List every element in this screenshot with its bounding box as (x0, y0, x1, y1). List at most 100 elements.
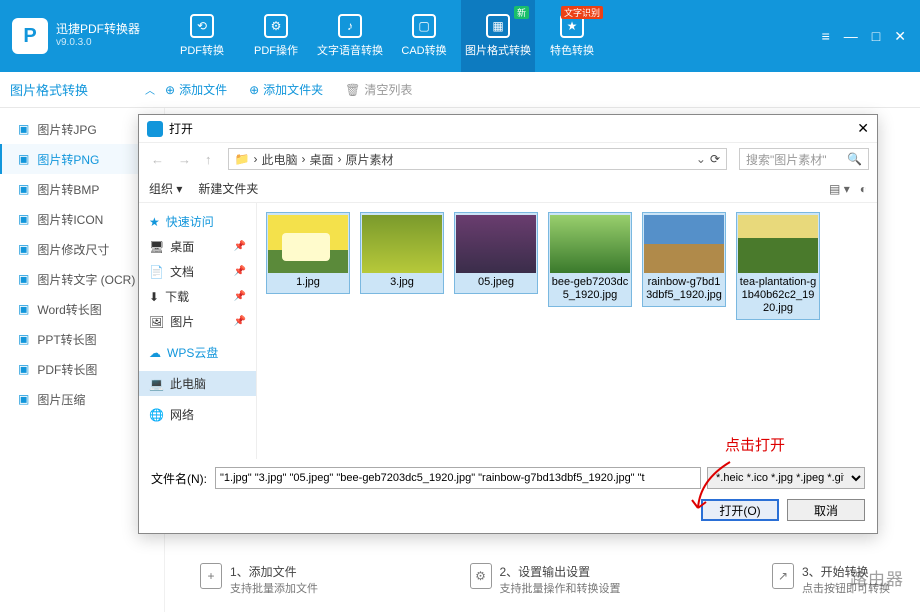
desktop-icon: 🖥 (149, 240, 164, 254)
app-name: 迅捷PDF转换器 (56, 22, 140, 36)
thumbnail (644, 215, 724, 273)
app-version: v9.0.3.0 (56, 36, 140, 50)
file-item[interactable]: 05.jpeg (455, 213, 537, 293)
image-icon: ▦ (486, 14, 510, 38)
add-folder-button[interactable]: ⊕添加文件夹 (249, 81, 323, 98)
dialog-sidebar: ★快速访问 🖥桌面📌 📄文档📌 ⬇下载📌 🖼图片📌 ☁WPS云盘 💻此电脑 🌐网… (139, 203, 257, 459)
plus-folder-icon: ⊕ (249, 83, 259, 97)
window-controls: ≡ — □ ✕ (822, 28, 920, 45)
thumbnail (550, 215, 630, 273)
chevron-down-icon[interactable]: ⌄ (696, 152, 706, 166)
badge-new: 新 (514, 6, 529, 19)
doc-icon: ▣ (18, 302, 29, 316)
plus-file-icon: ⊕ (165, 83, 175, 97)
back-icon[interactable]: ← (147, 152, 168, 167)
close-icon[interactable]: ✕ (894, 28, 906, 45)
pin-icon: 📌 (234, 316, 246, 327)
tab-special[interactable]: 文字识别★特色转换 (535, 0, 609, 72)
dialog-title: 打开 (169, 120, 193, 137)
network-icon: 🌐 (149, 408, 164, 422)
tab-pdf-operate[interactable]: ⚙PDF操作 (239, 0, 313, 72)
doc-icon: ▣ (18, 332, 29, 346)
thumbnail (268, 215, 348, 273)
nav-wps[interactable]: ☁WPS云盘 (139, 340, 256, 365)
tab-pdf-convert[interactable]: ⟲PDF转换 (165, 0, 239, 72)
new-folder-button[interactable]: 新建文件夹 (198, 180, 258, 197)
quick-access[interactable]: ★快速访问 (139, 209, 256, 234)
dialog-footer: 文件名(N): *.heic *.ico *.jpg *.jpeg *.gif … (139, 459, 877, 533)
up-icon[interactable]: ↑ (201, 152, 216, 167)
nav-thispc[interactable]: 💻此电脑 (139, 371, 256, 396)
menu-icon[interactable]: ≡ (822, 28, 830, 45)
annotation-text: 点击打开 (725, 434, 785, 455)
pin-icon: 📌 (234, 266, 246, 277)
docs-icon: 📄 (149, 265, 164, 279)
file-item[interactable]: tea-plantation-g1b40b62c2_1920.jpg (737, 213, 819, 319)
tab-tts[interactable]: ♪文字语音转换 (313, 0, 387, 72)
file-plus-icon: + (200, 563, 222, 589)
thumbnail (362, 215, 442, 273)
filename-label: 文件名(N): (151, 470, 209, 487)
dialog-toolbar: 组织 ▾ 新建文件夹 ▤ ▾ ◐ (139, 175, 877, 203)
logo-area: P 迅捷PDF转换器 v9.0.3.0 (0, 18, 165, 54)
chevron-up-icon: ︿ (145, 82, 155, 97)
export-icon: ↗ (772, 563, 794, 589)
sub-toolbar: 图片格式转换 ︿ ⊕添加文件 ⊕添加文件夹 🗑清空列表 (0, 72, 920, 108)
pin-icon: 📌 (234, 241, 246, 252)
doc-icon: ▣ (18, 182, 29, 196)
gear-icon: ⚙ (264, 14, 288, 38)
file-item[interactable]: bee-geb7203dc5_1920.jpg (549, 213, 631, 306)
folder-icon: 📁 (235, 152, 250, 166)
search-icon: 🔍 (847, 152, 862, 166)
nav-downloads[interactable]: ⬇下载📌 (139, 284, 256, 309)
doc-icon: ▣ (18, 212, 29, 226)
top-tabs: ⟲PDF转换 ⚙PDF操作 ♪文字语音转换 ▢CAD转换 新▦图片格式转换 文字… (165, 0, 609, 72)
clear-list-button[interactable]: 🗑清空列表 (345, 81, 412, 98)
doc-icon: ▣ (18, 122, 29, 136)
organize-menu[interactable]: 组织 ▾ (149, 180, 182, 197)
badge-ocr: 文字识别 (561, 6, 603, 19)
file-item[interactable]: 3.jpg (361, 213, 443, 293)
nav-pictures[interactable]: 🖼图片📌 (139, 309, 256, 334)
nav-docs[interactable]: 📄文档📌 (139, 259, 256, 284)
refresh-icon[interactable]: ⟳ (710, 152, 720, 166)
file-item[interactable]: rainbow-g7bd13dbf5_1920.jpg (643, 213, 725, 306)
picture-icon: 🖼 (149, 315, 164, 329)
filename-input[interactable] (215, 467, 701, 489)
file-item[interactable]: 1.jpg (267, 213, 349, 293)
nav-network[interactable]: 🌐网络 (139, 402, 256, 427)
cloud-icon: ☁ (149, 346, 161, 360)
step-2: ⚙ 2、设置输出设置支持批量操作和转换设置 (470, 563, 621, 596)
dialog-titlebar: 打开 ✕ (139, 115, 877, 143)
app-header: P 迅捷PDF转换器 v9.0.3.0 ⟲PDF转换 ⚙PDF操作 ♪文字语音转… (0, 0, 920, 72)
cancel-button[interactable]: 取消 (787, 499, 865, 521)
add-file-button[interactable]: ⊕添加文件 (165, 81, 227, 98)
view-icon[interactable]: ▤ ▾ (829, 182, 850, 196)
forward-icon[interactable]: → (174, 152, 195, 167)
tab-cad[interactable]: ▢CAD转换 (387, 0, 461, 72)
pc-icon: 💻 (149, 377, 164, 391)
cad-icon: ▢ (412, 14, 436, 38)
dialog-close-icon[interactable]: ✕ (857, 120, 869, 137)
download-icon: ⬇ (149, 290, 159, 304)
trash-icon: 🗑 (345, 83, 360, 97)
doc-icon: ▣ (18, 272, 29, 286)
sound-icon: ♪ (338, 14, 362, 38)
nav-desktop[interactable]: 🖥桌面📌 (139, 234, 256, 259)
step-1: + 1、添加文件支持批量添加文件 (200, 563, 318, 596)
minimize-icon[interactable]: — (844, 28, 858, 45)
settings-icon: ⚙ (470, 563, 492, 589)
pin-icon: 📌 (234, 291, 246, 302)
open-dialog: 打开 ✕ ← → ↑ 📁 ›此电脑 ›桌面 ›原片素材 ⌄ ⟳ 搜索"图片素材"… (138, 114, 878, 534)
doc-icon: ▣ (18, 152, 29, 166)
watermark: 路由器 (850, 565, 904, 590)
help-icon[interactable]: ◐ (860, 182, 867, 196)
tab-image-format[interactable]: 新▦图片格式转换 (461, 0, 535, 72)
section-title[interactable]: 图片格式转换 ︿ (10, 80, 165, 99)
dialog-search-input[interactable]: 搜索"图片素材" 🔍 (739, 148, 869, 170)
file-grid: 1.jpg 3.jpg 05.jpeg bee-geb7203dc5_1920.… (257, 203, 877, 459)
refresh-icon: ⟲ (190, 14, 214, 38)
maximize-icon[interactable]: □ (872, 28, 880, 45)
path-box[interactable]: 📁 ›此电脑 ›桌面 ›原片素材 ⌄ ⟳ (228, 148, 728, 170)
star-icon: ★ (149, 215, 160, 229)
